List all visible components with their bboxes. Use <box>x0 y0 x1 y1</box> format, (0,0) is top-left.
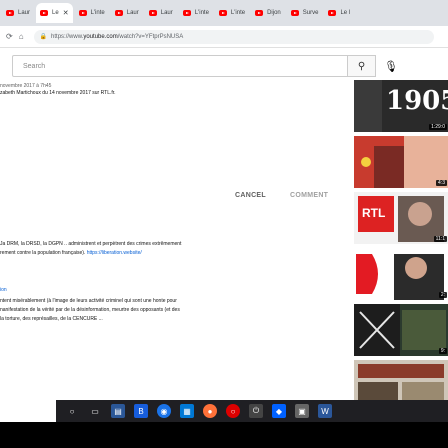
youtube-favicon-icon <box>40 10 49 16</box>
youtube-favicon-icon <box>290 10 299 16</box>
video-thumbnail[interactable]: RTL 11:1 <box>354 192 448 244</box>
close-tab-icon[interactable]: ✕ <box>63 9 69 17</box>
reload-icon[interactable]: ⟳ <box>6 32 13 41</box>
youtube-favicon-icon <box>114 10 123 16</box>
word-icon[interactable]: W <box>318 404 332 418</box>
task-view-icon[interactable]: ▭ <box>88 404 102 418</box>
youtube-favicon-icon <box>78 10 87 16</box>
youtube-favicon-icon <box>148 10 157 16</box>
duration-badge: 4:3 <box>436 180 447 186</box>
store-icon[interactable]: ▦ <box>180 404 194 418</box>
youtube-favicon-icon <box>182 10 191 16</box>
comment-2-line-3: la torture, des représailles, de la CENC… <box>0 316 103 322</box>
description-date-line: novembre 2017 à 7h45 <box>0 83 52 89</box>
duration-badge: 2: <box>438 292 447 298</box>
duration-badge: 9: <box>438 348 447 354</box>
home-icon[interactable]: ⌂ <box>19 32 24 41</box>
taskbar: ○ ▭ ▤ B ◉ ▦ ● ○ ⏻ ◆ ▣ W <box>56 400 448 422</box>
comment-2-line-1: ntent misérablement (à l'image de leurs … <box>0 298 177 304</box>
firefox-icon[interactable]: ● <box>203 404 217 418</box>
comment-link[interactable]: https://liberation.website/ <box>87 250 142 256</box>
search-placeholder: Search <box>23 62 46 70</box>
opera-icon[interactable]: ○ <box>226 404 240 418</box>
thumbnail-caption: RTL <box>362 206 386 220</box>
tab-label: Le <box>52 10 59 16</box>
tab-label: Dijon <box>267 10 281 16</box>
recommended-videos: 1905 1:29:0 4:3 RTL 11:1 2: <box>354 74 448 410</box>
search-input[interactable]: Search <box>12 55 348 77</box>
comment-1-line-1: Ja DRM, la DRSD, la DGPN .. administrent… <box>0 241 182 247</box>
comments-area: novembre 2017 à 7h45 zabeth Martichoux d… <box>0 83 352 400</box>
video-thumbnail[interactable]: 1905 1:29:0 <box>354 80 448 132</box>
tab-1-active[interactable]: Le ✕ <box>36 3 73 23</box>
address-bar: ⟳ ⌂ 🔒 https://www. youtube.com/watch?v=YF… <box>0 26 448 48</box>
cancel-button[interactable]: CANCEL <box>235 192 266 199</box>
app-icon[interactable]: ▣ <box>295 404 309 418</box>
tab-4[interactable]: Laur <box>145 3 177 23</box>
comment-1-line-2: rement contre la population française). … <box>0 250 142 256</box>
dropbox-icon[interactable]: ◆ <box>272 404 286 418</box>
youtube-favicon-icon <box>328 10 337 16</box>
tab-label: L'inte <box>230 10 246 16</box>
description-source-line: zabeth Martichoux du 14 novembre 2017 su… <box>0 90 116 96</box>
tab-9[interactable]: Le l <box>324 3 354 23</box>
thumbnail-image <box>354 304 448 356</box>
comment-2-author[interactable]: ion <box>0 287 7 293</box>
bitwarden-icon[interactable]: B <box>134 404 148 418</box>
screen-bottom-bezel <box>0 422 448 448</box>
duration-badge: 11:1 <box>433 236 447 242</box>
video-thumbnail[interactable]: 4:3 <box>354 136 448 188</box>
chrome-icon[interactable]: ◉ <box>157 404 171 418</box>
tab-7[interactable]: Dijon <box>251 3 285 23</box>
url-scheme: https://www. <box>51 33 84 40</box>
tab-5[interactable]: L'inte <box>179 3 213 23</box>
youtube-favicon-icon <box>218 10 227 16</box>
tab-label: Laur <box>126 10 139 16</box>
url-path: /watch?v=YFtprPsNUSA <box>117 33 184 40</box>
tab-label: Laur <box>160 10 173 16</box>
duration-badge: 1:29:0 <box>429 124 447 130</box>
lock-icon: 🔒 <box>39 34 48 40</box>
browser-tab-strip: Laur Le ✕ L'inte Laur Laur L'inte L'inte … <box>0 0 448 26</box>
search-icon: ⚲ <box>357 60 366 72</box>
tab-label: Le l <box>340 10 351 16</box>
tab-label: Surve <box>302 10 319 16</box>
tab-2[interactable]: L'inte <box>75 3 109 23</box>
thumbnail-image <box>354 248 448 300</box>
url-host: youtube.com <box>83 33 118 40</box>
tab-label: L'inte <box>90 10 105 16</box>
youtube-favicon-icon <box>255 10 264 16</box>
tab-8[interactable]: Surve <box>287 3 323 23</box>
comment-button[interactable]: COMMENT <box>290 192 328 199</box>
youtube-favicon-icon <box>6 10 14 16</box>
tab-0[interactable]: Laur <box>2 3 34 23</box>
file-explorer-icon[interactable]: ▤ <box>111 404 125 418</box>
url-field[interactable]: 🔒 https://www. youtube.com/watch?v=YFtprP… <box>33 29 434 44</box>
tab-3[interactable]: Laur <box>111 3 143 23</box>
tab-label: L'inte <box>194 10 209 16</box>
start-icon[interactable]: ○ <box>65 404 79 418</box>
video-thumbnail[interactable]: 2: <box>354 248 448 300</box>
thumbnail-caption: 1905 <box>386 86 448 116</box>
thumbnail-image <box>354 136 448 188</box>
tab-label: Laur <box>18 10 31 16</box>
power-icon[interactable]: ⏻ <box>249 404 263 418</box>
tab-6[interactable]: L'inte <box>215 3 249 23</box>
video-thumbnail[interactable]: 9: <box>354 304 448 356</box>
comment-text: rement contre la population française). <box>0 250 87 256</box>
comment-2-line-2: nanifestation de la vérité par de la dés… <box>0 307 180 313</box>
